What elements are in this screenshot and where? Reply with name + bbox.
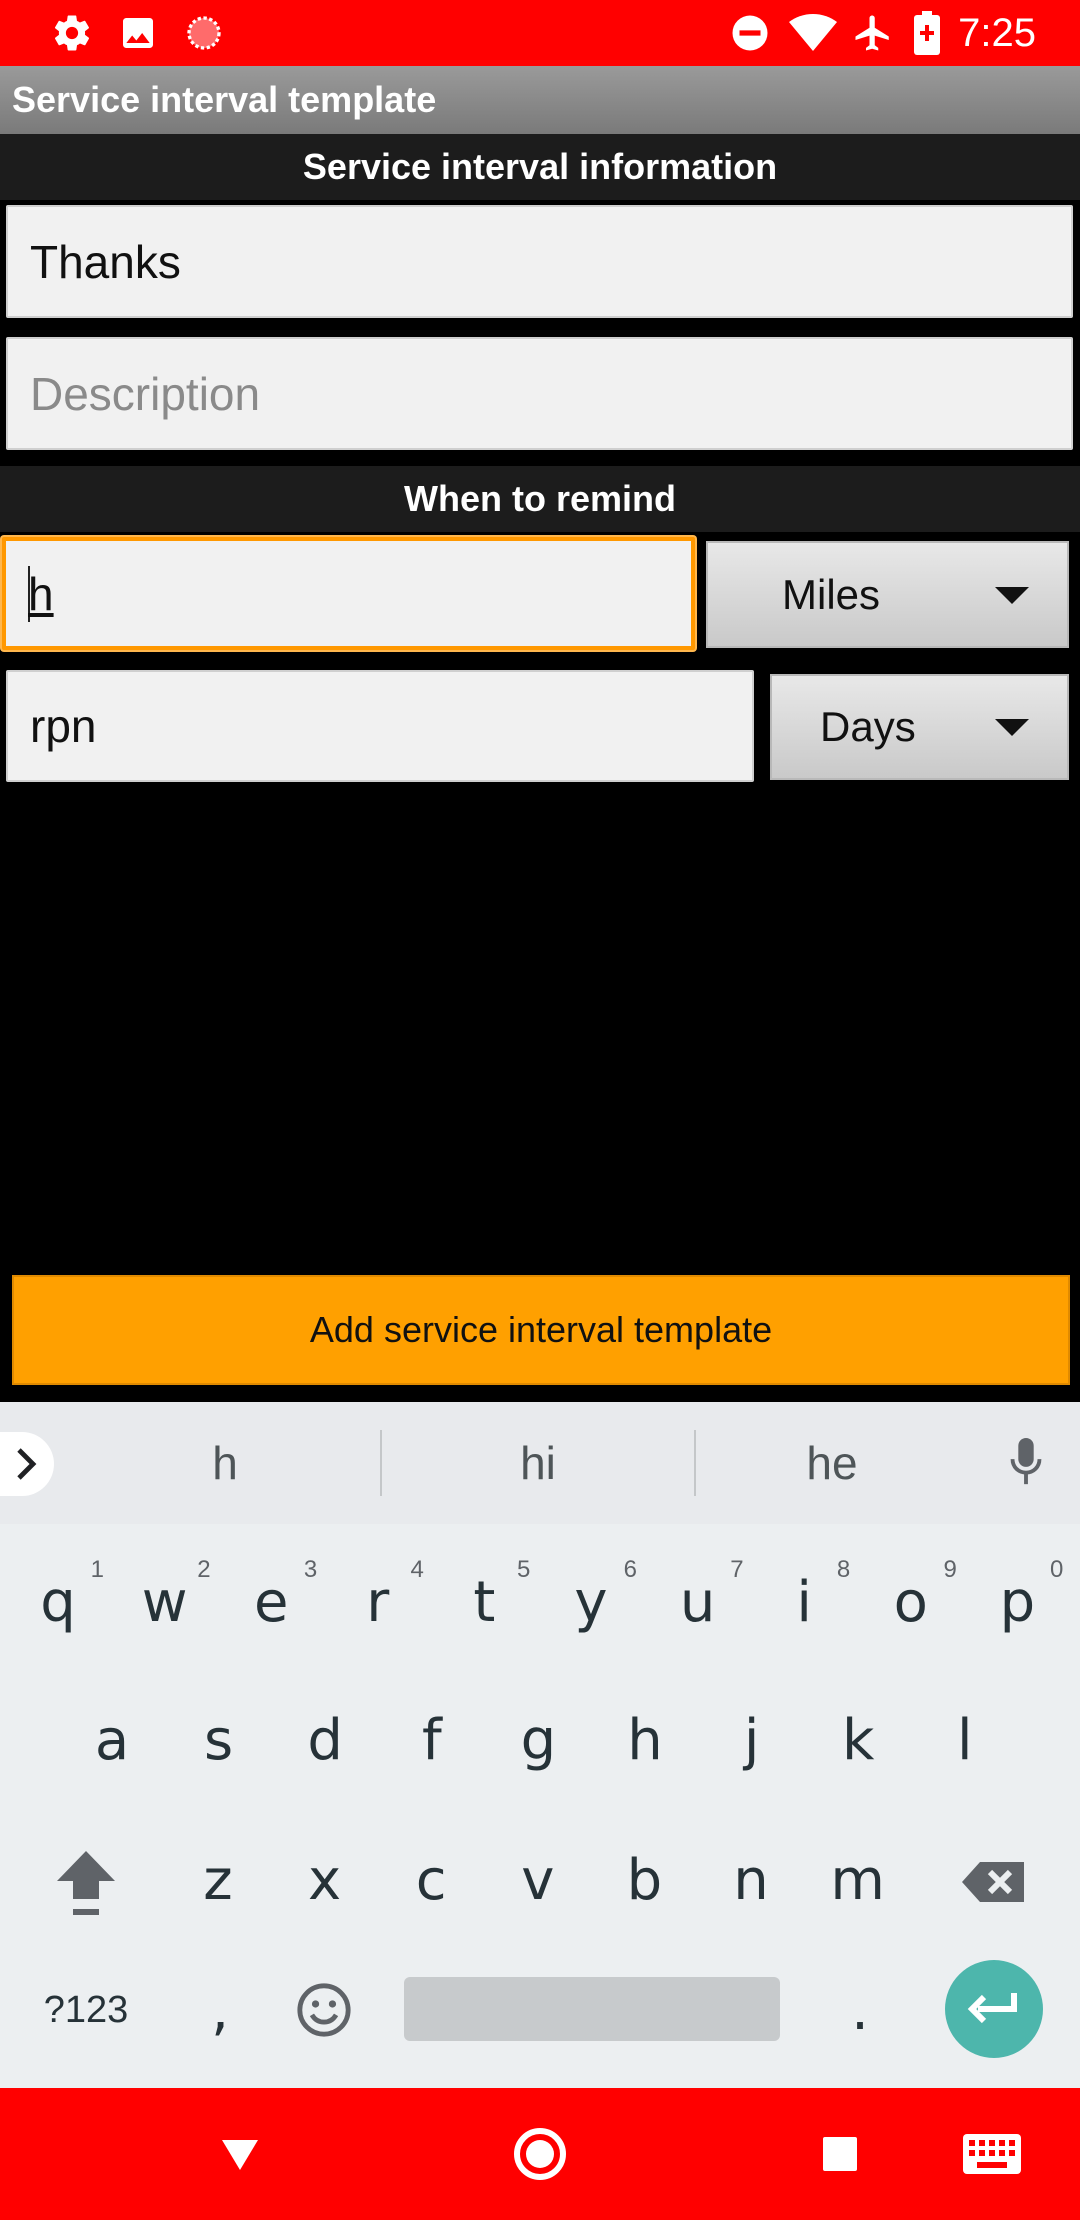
emoji-key[interactable] xyxy=(274,1950,374,2070)
key-label: r xyxy=(366,1569,390,1635)
section-header-info: Service interval information xyxy=(0,134,1080,200)
key-t[interactable]: t5 xyxy=(434,1542,534,1662)
description-placeholder: Description xyxy=(30,367,261,420)
symbols-key[interactable]: ?123 xyxy=(36,1950,136,2070)
shift-key[interactable] xyxy=(36,1822,136,1942)
comma-key[interactable]: , xyxy=(170,1950,270,2070)
key-number-hint: 9 xyxy=(943,1556,957,1583)
battery-charging-icon xyxy=(912,0,942,66)
time-interval-value: rpn xyxy=(30,700,97,752)
key-f[interactable]: f xyxy=(382,1680,482,1800)
name-field-value: Thanks xyxy=(30,235,181,288)
backspace-icon xyxy=(962,1862,1024,1902)
suggestion-strip: h hi he xyxy=(0,1402,1080,1524)
key-d[interactable]: d xyxy=(275,1680,375,1800)
key-x[interactable]: x xyxy=(275,1820,375,1940)
key-label: e xyxy=(253,1569,289,1635)
chevron-right-icon xyxy=(17,1448,37,1480)
soft-keyboard: h hi he q1w2e3r4t5y6u7i8o9p0 asdfghjkl z… xyxy=(0,1402,1080,2088)
period-key[interactable]: . xyxy=(810,1950,910,2070)
key-n[interactable]: n xyxy=(701,1820,801,1940)
microphone-icon[interactable] xyxy=(990,1430,1062,1496)
distance-unit-spinner[interactable]: Miles xyxy=(706,541,1069,648)
key-q[interactable]: q1 xyxy=(8,1542,108,1662)
enter-key[interactable] xyxy=(945,1960,1043,2058)
dropdown-arrow-icon xyxy=(995,719,1029,736)
key-p[interactable]: p0 xyxy=(967,1542,1067,1662)
back-icon[interactable] xyxy=(200,2088,280,2220)
airplane-icon xyxy=(850,0,896,66)
key-number-hint: 5 xyxy=(517,1556,531,1583)
key-g[interactable]: g xyxy=(488,1680,588,1800)
key-m[interactable]: m xyxy=(808,1820,908,1940)
key-r[interactable]: r4 xyxy=(328,1542,428,1662)
key-c[interactable]: c xyxy=(381,1820,481,1940)
gear-icon xyxy=(50,0,94,66)
expand-toolbar-button[interactable] xyxy=(0,1432,54,1496)
key-y[interactable]: y6 xyxy=(541,1542,641,1662)
key-label: o xyxy=(893,1569,928,1635)
key-s[interactable]: s xyxy=(169,1680,269,1800)
key-number-hint: 3 xyxy=(303,1556,318,1583)
wifi-icon xyxy=(788,0,838,66)
time-interval-field[interactable]: rpn xyxy=(6,670,754,782)
key-z[interactable]: z xyxy=(168,1820,268,1940)
key-j[interactable]: j xyxy=(702,1680,802,1800)
add-template-button[interactable]: Add service interval template xyxy=(12,1275,1070,1385)
spacebar[interactable] xyxy=(404,1977,780,2041)
key-label: t xyxy=(473,1569,496,1635)
title-bar: Service interval template xyxy=(0,66,1080,134)
key-h[interactable]: h xyxy=(595,1680,695,1800)
home-icon[interactable] xyxy=(500,2088,580,2220)
key-label: y xyxy=(574,1569,608,1635)
backspace-key[interactable] xyxy=(944,1822,1044,1942)
distance-unit-label: Miles xyxy=(782,570,881,618)
suggestion-1[interactable]: h xyxy=(70,1402,380,1524)
key-number-hint: 2 xyxy=(197,1556,211,1583)
time-unit-label: Days xyxy=(820,703,916,750)
distance-interval-value: h xyxy=(28,567,54,620)
suggestion-2[interactable]: hi xyxy=(382,1402,694,1524)
key-number-hint: 4 xyxy=(410,1556,424,1583)
key-o[interactable]: o9 xyxy=(861,1542,961,1662)
key-label: p xyxy=(999,1569,1036,1635)
shift-icon xyxy=(57,1851,115,1915)
name-field[interactable]: Thanks xyxy=(6,205,1073,318)
key-number-hint: 6 xyxy=(623,1556,637,1583)
record-icon xyxy=(182,0,226,66)
key-e[interactable]: e3 xyxy=(221,1542,321,1662)
key-label: w xyxy=(141,1569,188,1635)
key-b[interactable]: b xyxy=(594,1820,694,1940)
key-k[interactable]: k xyxy=(808,1680,908,1800)
page-title: Service interval template xyxy=(12,79,437,120)
enter-icon xyxy=(967,1993,1017,2024)
emoji-icon xyxy=(297,1983,351,2037)
suggestion-3[interactable]: he xyxy=(696,1402,968,1524)
distance-interval-field[interactable]: h xyxy=(2,537,695,650)
key-number-hint: 0 xyxy=(1050,1556,1064,1583)
image-icon xyxy=(116,0,160,66)
key-v[interactable]: v xyxy=(488,1820,588,1940)
navigation-bar xyxy=(0,2088,1080,2220)
key-number-hint: 7 xyxy=(730,1556,744,1583)
key-label: i xyxy=(796,1569,812,1635)
recents-icon[interactable] xyxy=(800,2088,880,2220)
time-unit-spinner[interactable]: Days xyxy=(770,674,1069,780)
do-not-disturb-icon xyxy=(728,0,772,66)
key-number-hint: 8 xyxy=(836,1556,851,1583)
key-a[interactable]: a xyxy=(62,1680,162,1800)
dropdown-arrow-icon xyxy=(995,586,1029,604)
key-label: q xyxy=(40,1569,76,1635)
section-header-remind: When to remind xyxy=(0,466,1080,532)
key-label: u xyxy=(679,1569,716,1635)
key-i[interactable]: i8 xyxy=(754,1542,854,1662)
description-field[interactable]: Description xyxy=(6,337,1073,450)
key-u[interactable]: u7 xyxy=(648,1542,748,1662)
key-number-hint: 1 xyxy=(90,1556,104,1583)
key-w[interactable]: w2 xyxy=(115,1542,215,1662)
status-bar: 7:25 xyxy=(0,0,1080,66)
key-l[interactable]: l xyxy=(915,1680,1015,1800)
keyboard-switch-icon[interactable] xyxy=(944,2088,1040,2220)
clock: 7:25 xyxy=(958,11,1036,55)
